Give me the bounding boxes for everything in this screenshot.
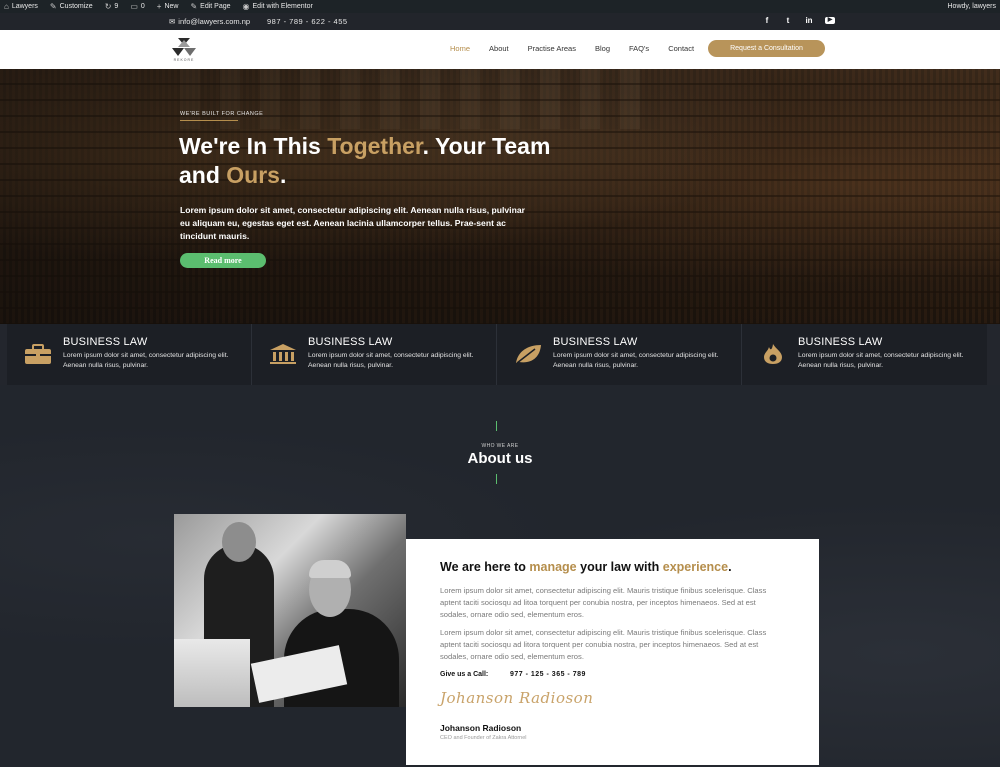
admin-new-label: New bbox=[164, 3, 179, 10]
admin-site-label: Lawyers bbox=[11, 3, 38, 10]
call-label: Give us a Call: bbox=[440, 671, 489, 678]
hero-title: We're In This Together. Your Team and Ou… bbox=[179, 132, 559, 190]
social-links: f t in ▶ bbox=[762, 16, 835, 26]
services-strip: BUSINESS LAW Lorem ipsum dolor sit amet,… bbox=[7, 324, 987, 385]
service-text: Lorem ipsum dolor sit amet, consectetur … bbox=[63, 352, 229, 369]
site-logo[interactable]: REKORE bbox=[168, 36, 200, 64]
updates-icon: ↻ bbox=[104, 2, 112, 11]
linkedin-icon[interactable]: in bbox=[804, 16, 814, 26]
admin-site-link[interactable]: ⌂ Lawyers bbox=[4, 2, 38, 11]
flame-icon bbox=[764, 344, 782, 364]
admin-comments-count: 0 bbox=[140, 3, 145, 10]
logo-mark-icon bbox=[172, 38, 196, 56]
signature: Johanson Radioson bbox=[440, 689, 594, 707]
email-text: info@lawyers.com.np bbox=[178, 17, 251, 26]
hero-overlay bbox=[0, 69, 1000, 324]
service-card[interactable]: BUSINESS LAW Lorem ipsum dolor sit amet,… bbox=[497, 324, 742, 385]
logo-text: REKORE bbox=[173, 58, 195, 62]
pencil-icon: ✎ bbox=[190, 2, 198, 11]
nav-contact[interactable]: Contact bbox=[668, 44, 694, 53]
admin-elementor-label: Edit with Elementor bbox=[252, 3, 313, 10]
admin-user-menu[interactable]: Howdy, lawyers bbox=[948, 3, 997, 10]
elementor-icon: ◉ bbox=[242, 2, 250, 11]
heading-part2: your law with bbox=[576, 560, 663, 574]
brush-icon: ✎ bbox=[49, 2, 57, 11]
facebook-icon[interactable]: f bbox=[762, 16, 772, 26]
about-paragraph-1: Lorem ipsum dolor sit amet, consectetur … bbox=[440, 586, 767, 619]
founder-role: CEO and Founder of Zakra Attornel bbox=[440, 735, 527, 741]
hero-title-gold1: Together bbox=[327, 133, 423, 159]
admin-updates-link[interactable]: ↻ 9 bbox=[105, 2, 119, 11]
main-nav: Home About Practise Areas Blog FAQ's Con… bbox=[450, 44, 713, 53]
home-icon: ⌂ bbox=[4, 2, 9, 11]
nav-blog[interactable]: Blog bbox=[595, 44, 610, 53]
page: ⌂ Lawyers ✎ Customize ↻ 9 ▭ 0 + New ✎ Ed… bbox=[0, 0, 1000, 767]
admin-elementor-link[interactable]: ◉ Edit with Elementor bbox=[243, 2, 313, 11]
hero-eyebrow: WE'RE BUILT FOR CHANGE bbox=[180, 111, 264, 117]
admin-howdy-label: Howdy, lawyers bbox=[947, 3, 997, 10]
plus-icon: + bbox=[156, 2, 162, 11]
about-card-heading: We are here to manage your law with expe… bbox=[440, 560, 732, 574]
heading-gold2: experience bbox=[662, 560, 729, 574]
admin-updates-count: 9 bbox=[114, 3, 119, 10]
admin-bar: ⌂ Lawyers ✎ Customize ↻ 9 ▭ 0 + New ✎ Ed… bbox=[0, 0, 1000, 13]
about-title: About us bbox=[467, 450, 533, 467]
heading-part3: . bbox=[728, 560, 732, 574]
service-title: BUSINESS LAW bbox=[553, 336, 638, 348]
service-title: BUSINESS LAW bbox=[798, 336, 883, 348]
admin-edit-page-link[interactable]: ✎ Edit Page bbox=[190, 2, 230, 11]
about-eyebrow: WHO WE ARE bbox=[481, 443, 519, 449]
hero-title-gold2: Ours bbox=[226, 162, 280, 188]
divider-line-top bbox=[496, 421, 497, 431]
heading-part1: We are here to bbox=[440, 560, 530, 574]
courthouse-icon bbox=[270, 344, 296, 364]
admin-edit-page-label: Edit Page bbox=[200, 3, 231, 10]
admin-new-link[interactable]: + New bbox=[157, 2, 179, 11]
service-title: BUSINESS LAW bbox=[308, 336, 393, 348]
comment-icon: ▭ bbox=[130, 2, 138, 11]
email-link[interactable]: ✉ info@lawyers.com.np bbox=[169, 17, 250, 26]
hero-banner: WE'RE BUILT FOR CHANGE We're In This Tog… bbox=[0, 69, 1000, 324]
team-photo bbox=[174, 514, 406, 707]
service-text: Lorem ipsum dolor sit amet, consectetur … bbox=[308, 352, 474, 369]
service-card[interactable]: BUSINESS LAW Lorem ipsum dolor sit amet,… bbox=[252, 324, 497, 385]
service-text: Lorem ipsum dolor sit amet, consectetur … bbox=[798, 352, 964, 369]
read-more-button[interactable]: Read more bbox=[180, 253, 266, 268]
main-header: REKORE Home About Practise Areas Blog FA… bbox=[0, 30, 1000, 69]
nav-practise-areas[interactable]: Practise Areas bbox=[528, 44, 576, 53]
nav-about[interactable]: About bbox=[489, 44, 509, 53]
leaf-icon bbox=[516, 345, 541, 364]
admin-comments-link[interactable]: ▭ 0 bbox=[130, 2, 144, 11]
call-number[interactable]: 977 - 125 - 365 - 789 bbox=[510, 671, 586, 678]
twitter-icon[interactable]: t bbox=[783, 16, 793, 26]
request-consultation-button[interactable]: Request a Consultation bbox=[708, 40, 825, 57]
admin-customize-label: Customize bbox=[59, 3, 93, 10]
about-card: We are here to manage your law with expe… bbox=[406, 539, 819, 765]
hero-eyebrow-underline bbox=[180, 120, 238, 121]
hero-title-part3: . bbox=[279, 162, 287, 188]
hero-lead-text: Lorem ipsum dolor sit amet, consectetur … bbox=[180, 205, 525, 241]
hero-title-part1: We're In This bbox=[179, 133, 328, 159]
heading-gold1: manage bbox=[529, 560, 577, 574]
nav-home[interactable]: Home bbox=[450, 44, 470, 53]
briefcase-icon bbox=[25, 344, 51, 364]
service-text: Lorem ipsum dolor sit amet, consectetur … bbox=[553, 352, 719, 369]
service-title: BUSINESS LAW bbox=[63, 336, 148, 348]
youtube-icon[interactable]: ▶ bbox=[825, 17, 835, 24]
phone-number: 987 - 789 - 622 - 455 bbox=[267, 17, 348, 26]
admin-customize-link[interactable]: ✎ Customize bbox=[50, 2, 93, 11]
founder-name: Johanson Radioson bbox=[440, 723, 522, 733]
about-paragraph-2: Lorem ipsum dolor sit amet, consectetur … bbox=[440, 628, 767, 661]
service-card[interactable]: BUSINESS LAW Lorem ipsum dolor sit amet,… bbox=[7, 324, 252, 385]
divider-line-bottom bbox=[496, 474, 497, 484]
nav-faqs[interactable]: FAQ's bbox=[629, 44, 649, 53]
contact-bar: ✉ info@lawyers.com.np 987 - 789 - 622 - … bbox=[0, 13, 1000, 30]
about-section: WHO WE ARE About us We are here to manag… bbox=[0, 385, 1000, 767]
envelope-icon: ✉ bbox=[169, 17, 176, 26]
service-card[interactable]: BUSINESS LAW Lorem ipsum dolor sit amet,… bbox=[742, 324, 987, 385]
